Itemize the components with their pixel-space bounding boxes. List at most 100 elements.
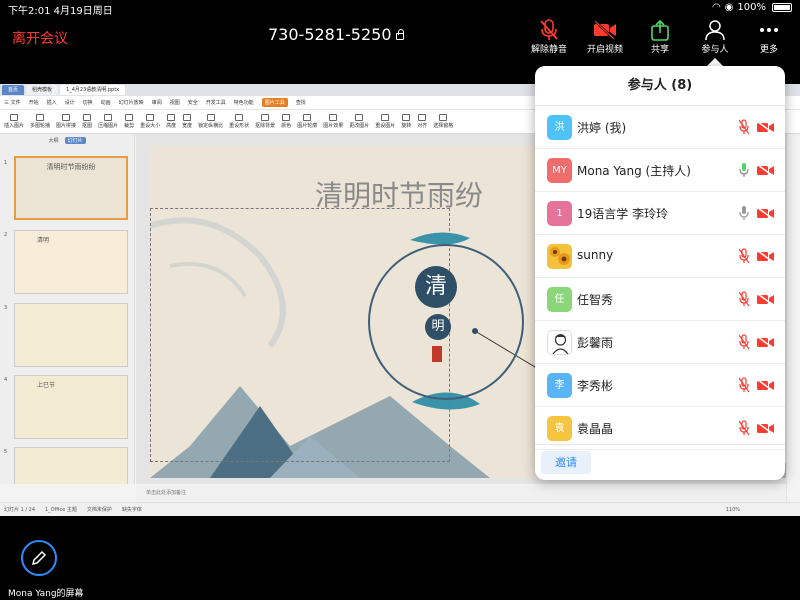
unmute-button[interactable]: 解除静音 — [519, 19, 579, 55]
wps-tab-templates[interactable]: 稻壳模板 — [26, 85, 59, 95]
mic-muted-icon — [739, 119, 749, 135]
tool-icon — [402, 114, 411, 121]
tool-icon — [381, 114, 390, 121]
tool-19[interactable]: 选择窗格 — [433, 114, 453, 129]
tool-icon — [183, 114, 192, 121]
missing-fonts[interactable]: 缺失字体 — [122, 506, 142, 513]
cartoon-avatar-image — [552, 334, 569, 354]
tool-3[interactable]: 抠图 — [82, 114, 92, 129]
participant-row[interactable]: 彭馨雨 — [535, 321, 785, 364]
tool-18[interactable]: 对齐 — [417, 114, 427, 129]
participants-popover: 参与人 (8) 洪 洪婷 (我) MY Mona Yang (主持人) 1 19… — [535, 66, 785, 480]
tool-15[interactable]: 更改图片 — [349, 114, 369, 129]
tool-11[interactable]: 抠除背景 — [255, 114, 275, 129]
slide-logo-bottom: 明 — [425, 314, 451, 340]
tool-label: 重设大小 — [140, 123, 161, 129]
slides-tab[interactable]: 幻灯片 — [64, 137, 86, 144]
participants-button[interactable]: 参与人 — [685, 19, 745, 55]
slide-thumbnail-2[interactable]: 清明 — [14, 230, 128, 294]
slide-thumbnail-4[interactable]: 上巳节 — [14, 375, 128, 439]
document-protection[interactable]: 文档未保护 — [87, 506, 112, 513]
participant-row[interactable]: 1 19语言学 李玲玲 — [535, 192, 785, 235]
notes-input[interactable]: 单击此处添加备注 — [136, 486, 800, 500]
participant-row[interactable]: 任 任智秀 — [535, 278, 785, 321]
menu-search[interactable]: 查找 — [296, 99, 306, 106]
tool-10[interactable]: 重设形状 — [229, 114, 249, 129]
tool-7[interactable]: 高度 — [166, 114, 176, 129]
tool-icon — [146, 114, 155, 121]
menu-start[interactable]: 开始 — [29, 99, 39, 106]
menu-picture-tools[interactable]: 图片工具 — [261, 98, 288, 107]
tool-label: 抠除背景 — [255, 123, 276, 129]
tool-8[interactable]: 宽度 — [182, 114, 192, 129]
tool-9[interactable]: 锁定纵横比 — [198, 114, 223, 129]
wps-tab-document[interactable]: 1_4月23语教清明.pptx — [60, 85, 126, 95]
mic-muted-icon — [540, 19, 558, 40]
menu-transition[interactable]: 切换 — [83, 99, 93, 106]
wps-tab-home[interactable]: 首页 — [2, 85, 25, 95]
thumb-number: 1 — [4, 160, 8, 166]
unmute-label: 解除静音 — [530, 45, 567, 55]
tool-icon — [282, 114, 291, 121]
tool-icon — [355, 114, 364, 121]
share-button[interactable]: 共享 — [630, 19, 690, 55]
participant-row[interactable]: sunny — [535, 235, 785, 278]
annotate-button[interactable] — [21, 540, 57, 576]
menu-security[interactable]: 安全 — [188, 99, 198, 106]
menu-features[interactable]: 特色功能 — [234, 99, 254, 106]
thumbnail-panel-header: 大纲 幻灯片 — [0, 134, 134, 147]
meeting-id[interactable]: 730-5281-5250 — [268, 25, 404, 44]
menu-design[interactable]: 设计 — [65, 99, 75, 106]
invite-button[interactable]: 邀请 — [541, 451, 591, 474]
video-off-icon — [757, 208, 774, 219]
start-video-button[interactable]: 开启视频 — [575, 19, 635, 55]
menu-slideshow[interactable]: 幻灯片放映 — [119, 99, 144, 106]
lock-icon — [395, 29, 404, 40]
menu-file[interactable]: 三 文件 — [4, 99, 21, 106]
slide-thumbnail-5[interactable] — [14, 447, 128, 484]
tool-4[interactable]: 压缩图片 — [98, 114, 118, 129]
menu-view[interactable]: 视图 — [170, 99, 180, 106]
theme-name: 1_Office 主题 — [45, 507, 77, 513]
menu-developer[interactable]: 开发工具 — [206, 99, 226, 106]
participant-name: 袁晶晶 — [577, 422, 614, 436]
tool-label: 抠图 — [82, 123, 93, 129]
mic-muted-icon — [739, 248, 749, 264]
participants-title: 参与人 (8) — [535, 66, 785, 106]
more-icon — [760, 28, 778, 32]
tool-5[interactable]: 裁剪 — [124, 114, 134, 129]
tool-icon — [439, 114, 448, 121]
tool-6[interactable]: 重设大小 — [140, 114, 160, 129]
thumb-title: 清明 — [37, 237, 50, 244]
share-icon — [651, 19, 669, 41]
tool-0[interactable]: 插入图片 — [4, 114, 24, 129]
slide-thumbnail-3[interactable] — [14, 303, 128, 367]
tool-2[interactable]: 图片拼接 — [56, 114, 76, 129]
zoom-level[interactable]: 110% — [726, 507, 740, 513]
participant-row[interactable]: 李 李秀彬 — [535, 364, 785, 407]
shared-screen-owner: Mona Yang的屏幕 — [8, 589, 84, 599]
participants-footer: 邀请 — [535, 444, 785, 480]
avatar: 洪 — [547, 115, 572, 140]
participant-row[interactable]: 洪 洪婷 (我) — [535, 106, 785, 149]
tool-label: 重设形状 — [229, 123, 250, 129]
video-off-icon — [594, 20, 616, 40]
tool-icon — [36, 114, 45, 121]
tool-14[interactable]: 图片效果 — [323, 114, 343, 129]
leave-meeting-button[interactable]: 离开会议 — [12, 28, 68, 48]
tool-label: 锁定纵横比 — [198, 123, 224, 129]
participant-name: 洪婷 (我) — [577, 121, 627, 135]
menu-review[interactable]: 审阅 — [152, 99, 162, 106]
tool-label: 颜色 — [281, 123, 292, 129]
tool-1[interactable]: 多图轮播 — [30, 114, 50, 129]
tool-12[interactable]: 颜色 — [281, 114, 291, 129]
menu-insert[interactable]: 插入 — [47, 99, 57, 106]
more-button[interactable]: 更多 — [739, 19, 799, 55]
tool-13[interactable]: 图片轮廓 — [297, 114, 317, 129]
slide-thumbnail-1[interactable]: 清明时节雨纷纷 — [14, 156, 128, 220]
menu-animation[interactable]: 动画 — [101, 99, 111, 106]
outline-tab[interactable]: 大纲 — [48, 137, 58, 144]
participant-row[interactable]: MY Mona Yang (主持人) — [535, 149, 785, 192]
tool-17[interactable]: 旋转 — [401, 114, 411, 129]
tool-16[interactable]: 重设图片 — [375, 114, 395, 129]
